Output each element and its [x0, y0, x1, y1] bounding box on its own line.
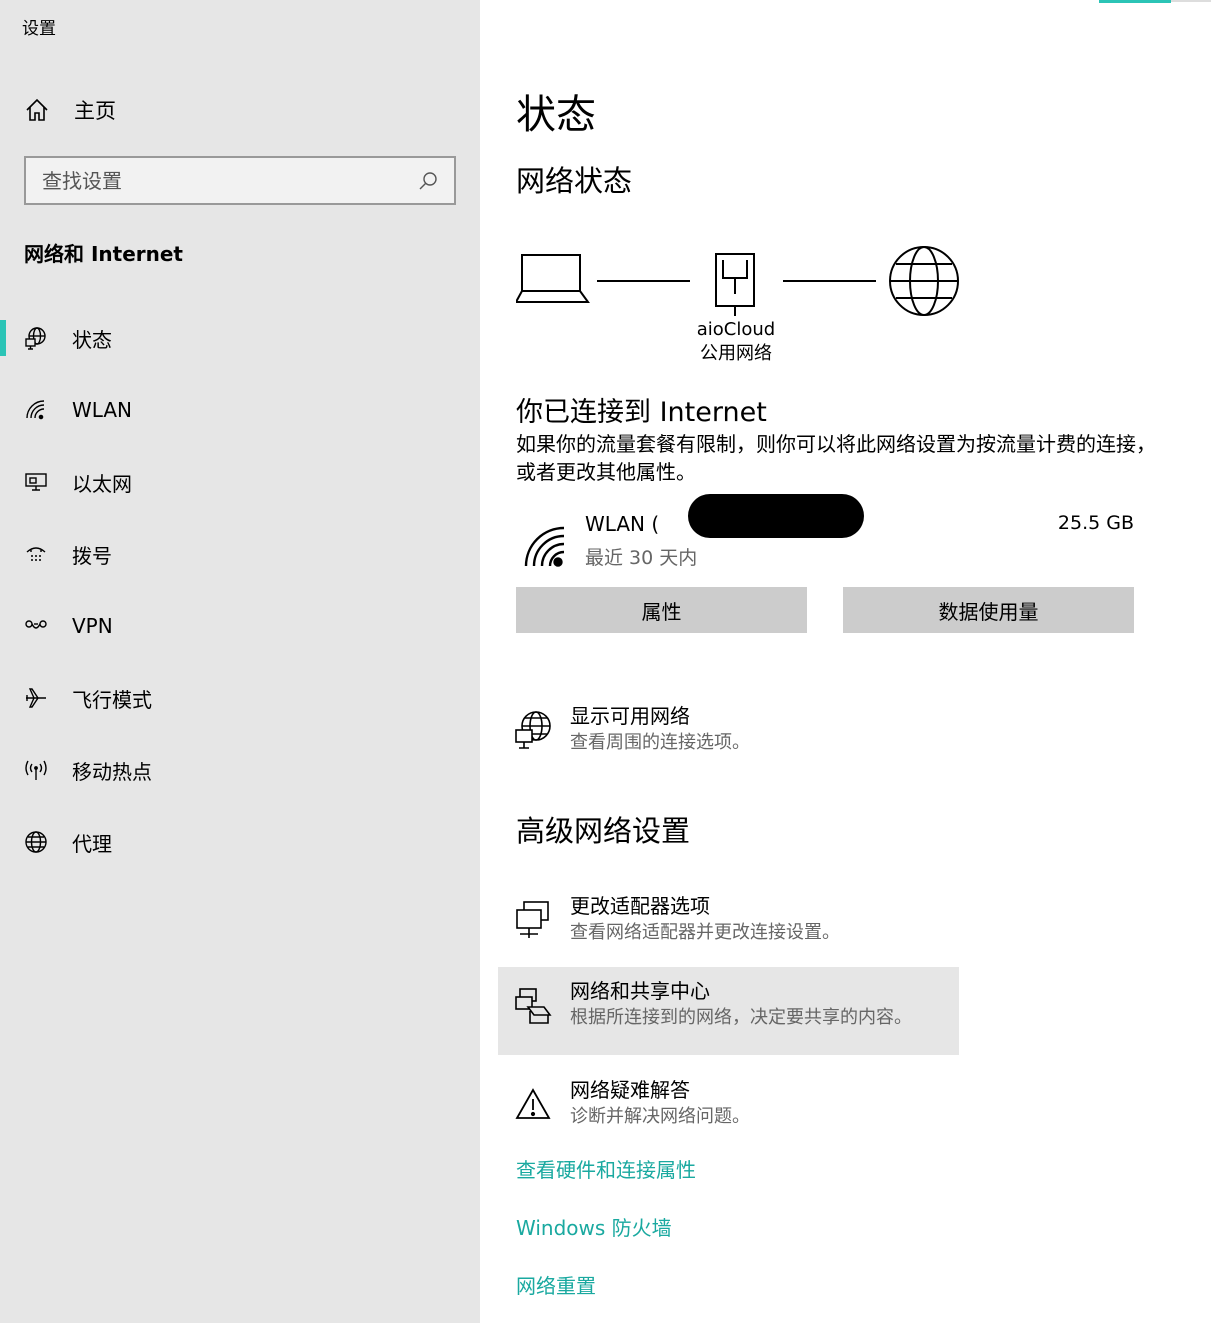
- show-networks-title: 显示可用网络: [570, 704, 690, 728]
- network-diagram: aioCloud 公用网络: [514, 240, 976, 370]
- sidebar-item-hotspot[interactable]: 移动热点: [0, 734, 480, 806]
- globe-icon: [25, 831, 47, 853]
- home-label: 主页: [74, 99, 116, 123]
- sidebar-item-ethernet[interactable]: 以太网: [0, 446, 480, 518]
- title-bar-divider: [1171, 0, 1211, 2]
- section-title: 网络和 Internet: [24, 242, 183, 266]
- airplane-icon: [26, 688, 46, 708]
- network-status-heading: 网络状态: [516, 164, 633, 198]
- wlan-name: WLAN (: [585, 512, 660, 536]
- dialup-icon: [26, 547, 46, 561]
- sidebar-item-label: 飞行模式: [72, 687, 152, 712]
- ethernet-icon: [25, 473, 47, 491]
- sidebar-item-label: 移动热点: [72, 759, 152, 784]
- sharing-center-icon: [515, 988, 552, 1024]
- adapter-title: 更改适配器选项: [570, 894, 710, 918]
- sidebar-item-label: 以太网: [72, 471, 132, 496]
- laptop-icon: [514, 254, 590, 303]
- adapter-icon: [516, 901, 549, 938]
- sharing-center-desc: 根据所连接到的网络，决定要共享的内容。: [570, 1007, 912, 1028]
- window-title: 设置: [22, 19, 56, 39]
- sidebar-item-label: 代理: [72, 831, 112, 856]
- network-type: 公用网络: [700, 343, 772, 364]
- change-adapter-options[interactable]: 更改适配器选项 查看网络适配器并更改连接设置。: [498, 882, 959, 970]
- globe-network-icon: [515, 711, 551, 749]
- search-icon[interactable]: [418, 171, 438, 191]
- sidebar-nav: 状态 WLAN 以太网 拨号 VPN 飞行模式 移动热点 代理: [0, 302, 480, 878]
- search-box[interactable]: [24, 156, 456, 205]
- wlan-usage-row: WLAN ( 最近 30 天内 25.5 GB: [516, 494, 1136, 578]
- warning-icon: [515, 1088, 551, 1119]
- usage-period: 最近 30 天内: [585, 547, 698, 569]
- sidebar-item-label: WLAN: [72, 398, 133, 422]
- sidebar-item-label: VPN: [72, 614, 113, 638]
- sidebar-item-status[interactable]: 状态: [0, 302, 480, 374]
- search-input[interactable]: [42, 168, 418, 193]
- main-content: 状态 网络状态 aioCloud 公用网络 你已连接到 Internet 如果你: [480, 0, 1211, 1323]
- redacted-ssid: [688, 494, 864, 538]
- sidebar-item-vpn[interactable]: VPN: [0, 590, 480, 662]
- globe-status-icon: [25, 327, 46, 350]
- sidebar-item-airplane[interactable]: 飞行模式: [0, 662, 480, 734]
- network-name: aioCloud: [696, 319, 776, 340]
- advanced-settings-heading: 高级网络设置: [516, 814, 691, 848]
- data-usage-button[interactable]: 数据使用量: [843, 587, 1134, 633]
- adapter-desc: 查看网络适配器并更改连接设置。: [570, 922, 840, 943]
- troubleshooter-desc: 诊断并解决网络问题。: [570, 1106, 750, 1127]
- sidebar: 设置 主页 网络和 Internet 状态 WLAN 以太网 拨号: [0, 0, 480, 1323]
- show-available-networks[interactable]: 显示可用网络 查看周围的连接选项。: [498, 692, 959, 780]
- show-networks-desc: 查看周围的连接选项。: [570, 732, 750, 753]
- sidebar-item-proxy[interactable]: 代理: [0, 806, 480, 878]
- sidebar-item-label: 状态: [72, 327, 112, 352]
- connected-title: 你已连接到 Internet: [516, 397, 767, 428]
- home-button[interactable]: 主页: [24, 92, 116, 128]
- wifi-signal-icon: [524, 526, 565, 567]
- network-reset-link[interactable]: 网络重置: [516, 1270, 596, 1299]
- sidebar-item-label: 拨号: [72, 543, 112, 568]
- router-icon: [715, 253, 755, 316]
- page-title: 状态: [516, 92, 596, 138]
- wifi-icon: [26, 400, 45, 420]
- usage-amount: 25.5 GB: [1057, 512, 1134, 534]
- title-bar-accent: [1099, 0, 1171, 3]
- troubleshooter-title: 网络疑难解答: [570, 1078, 690, 1102]
- hardware-properties-link[interactable]: 查看硬件和连接属性: [516, 1154, 696, 1183]
- sidebar-item-wlan[interactable]: WLAN: [0, 374, 480, 446]
- windows-firewall-link[interactable]: Windows 防火墙: [516, 1212, 672, 1241]
- properties-button[interactable]: 属性: [516, 587, 807, 633]
- vpn-icon: [25, 620, 47, 629]
- home-icon: [26, 98, 48, 121]
- internet-globe-icon: [889, 246, 959, 316]
- sharing-center-title: 网络和共享中心: [570, 979, 710, 1003]
- network-troubleshooter[interactable]: 网络疑难解答 诊断并解决网络问题。: [498, 1066, 959, 1154]
- network-sharing-center[interactable]: 网络和共享中心 根据所连接到的网络，决定要共享的内容。: [498, 967, 959, 1055]
- sidebar-item-dialup[interactable]: 拨号: [0, 518, 480, 590]
- hotspot-icon: [25, 760, 47, 780]
- connected-description: 如果你的流量套餐有限制，则你可以将此网络设置为按流量计费的连接，或者更改其他属性…: [516, 432, 1156, 484]
